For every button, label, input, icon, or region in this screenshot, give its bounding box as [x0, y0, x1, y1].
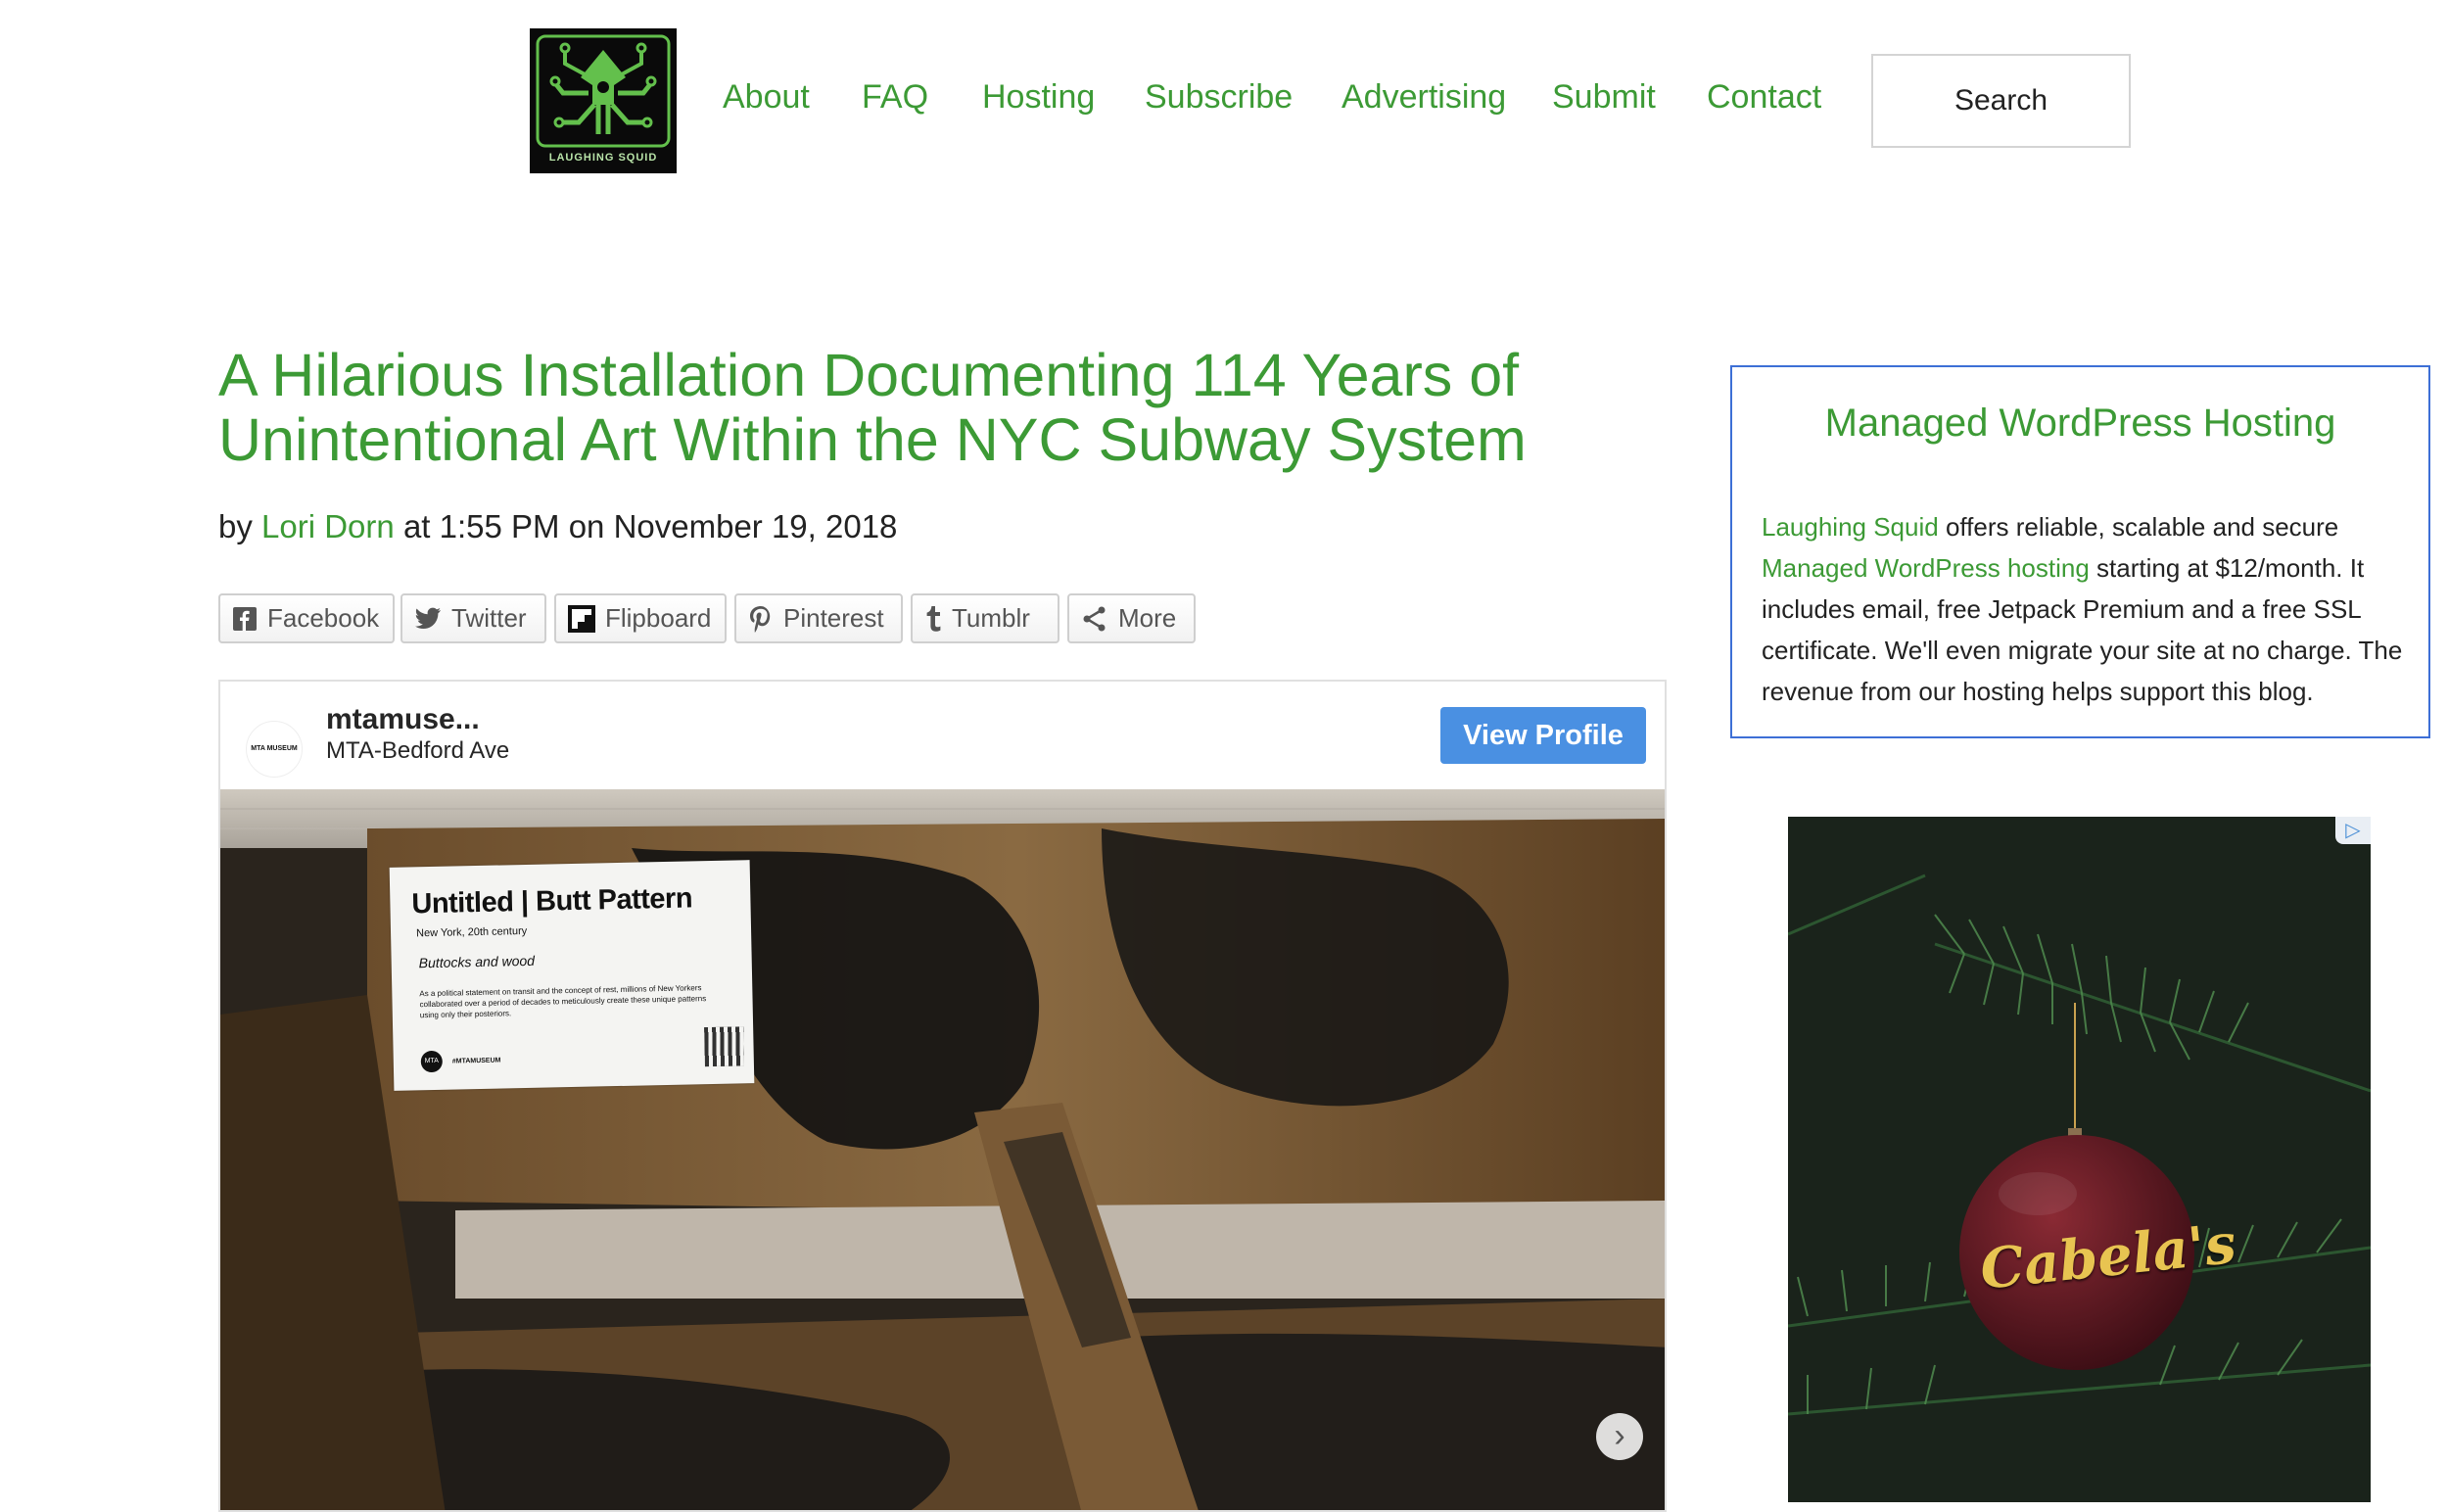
share-facebook-label: Facebook: [267, 603, 380, 633]
share-icon: [1083, 606, 1106, 631]
flipboard-icon: [568, 604, 595, 633]
facebook-icon: [233, 606, 257, 631]
placard-medium: Buttocks and wood: [418, 952, 536, 971]
byline-time: at 1:55 PM on November 19, 2018: [402, 508, 898, 544]
nav-hosting[interactable]: Hosting: [982, 78, 1095, 117]
advertisement[interactable]: Cabela's ▷: [1788, 817, 2371, 1502]
hosting-widget: Managed WordPress Hosting Laughing Squid…: [1730, 365, 2430, 738]
placard-hashtag: #MTAMUSEUM: [451, 1057, 501, 1065]
profile-username[interactable]: mtamuse...: [326, 703, 480, 736]
share-pinterest-label: Pinterest: [783, 603, 884, 633]
profile-location[interactable]: MTA-Bedford Ave: [326, 737, 509, 765]
profile-avatar[interactable]: MTA MUSEUM: [246, 721, 303, 778]
managed-hosting-link[interactable]: Managed WordPress hosting: [1762, 553, 2090, 583]
christmas-tree-ad-image: [1788, 817, 2371, 1502]
mta-logo-icon: MTA: [420, 1050, 444, 1073]
art-placard: Untitled | Butt Pattern New York, 20th c…: [389, 860, 755, 1091]
nav-contact[interactable]: Contact: [1707, 78, 1821, 117]
hosting-title: Managed WordPress Hosting: [1824, 402, 2336, 445]
next-arrow-icon[interactable]: ›: [1596, 1413, 1643, 1460]
share-flipboard-label: Flipboard: [605, 603, 712, 633]
search-button[interactable]: Search: [1871, 54, 2131, 148]
share-tumblr-label: Tumblr: [952, 603, 1030, 633]
qr-code-icon: [704, 1026, 744, 1067]
nav-submit[interactable]: Submit: [1552, 78, 1656, 117]
twitter-icon: [415, 607, 441, 629]
placard-subtitle: New York, 20th century: [415, 924, 528, 940]
byline-prefix: by: [218, 508, 253, 544]
pinterest-icon: [750, 605, 771, 633]
site-logo[interactable]: LAUGHING SQUID: [530, 28, 677, 173]
byline: by Lori Dorn at 1:55 PM on November 19, …: [218, 508, 897, 545]
hosting-description: Laughing Squid offers reliable, scalable…: [1762, 506, 2408, 712]
logo-text: LAUGHING SQUID: [548, 152, 658, 164]
article-title[interactable]: A Hilarious Installation Documenting 114…: [218, 343, 1609, 472]
nav-advertising[interactable]: Advertising: [1342, 78, 1506, 117]
share-pinterest-button[interactable]: Pinterest: [734, 593, 903, 643]
laughing-squid-link[interactable]: Laughing Squid: [1762, 512, 1939, 542]
instagram-embed: MTA MUSEUM mtamuse... MTA-Bedford Ave Vi…: [218, 680, 1667, 1512]
placard-description: As a political statement on transit and …: [419, 983, 707, 1020]
share-twitter-button[interactable]: Twitter: [400, 593, 546, 643]
nav-faq[interactable]: FAQ: [862, 78, 928, 117]
nav-subscribe[interactable]: Subscribe: [1145, 78, 1293, 117]
tumblr-icon: [926, 605, 941, 632]
hosting-text-part1: offers reliable, scalable and secure: [1938, 512, 2339, 542]
share-twitter-label: Twitter: [451, 603, 527, 633]
share-more-label: More: [1118, 603, 1177, 633]
nav-about[interactable]: About: [723, 78, 810, 117]
post-photo[interactable]: Untitled | Butt Pattern New York, 20th c…: [220, 789, 1665, 1510]
view-profile-button[interactable]: View Profile: [1440, 707, 1646, 764]
share-facebook-button[interactable]: Facebook: [218, 593, 395, 643]
placard-title: Untitled | Butt Pattern: [411, 882, 693, 921]
share-tumblr-button[interactable]: Tumblr: [911, 593, 1059, 643]
author-link[interactable]: Lori Dorn: [261, 508, 395, 544]
share-flipboard-button[interactable]: Flipboard: [554, 593, 727, 643]
adchoices-icon[interactable]: ▷: [2335, 817, 2371, 844]
share-more-button[interactable]: More: [1067, 593, 1196, 643]
